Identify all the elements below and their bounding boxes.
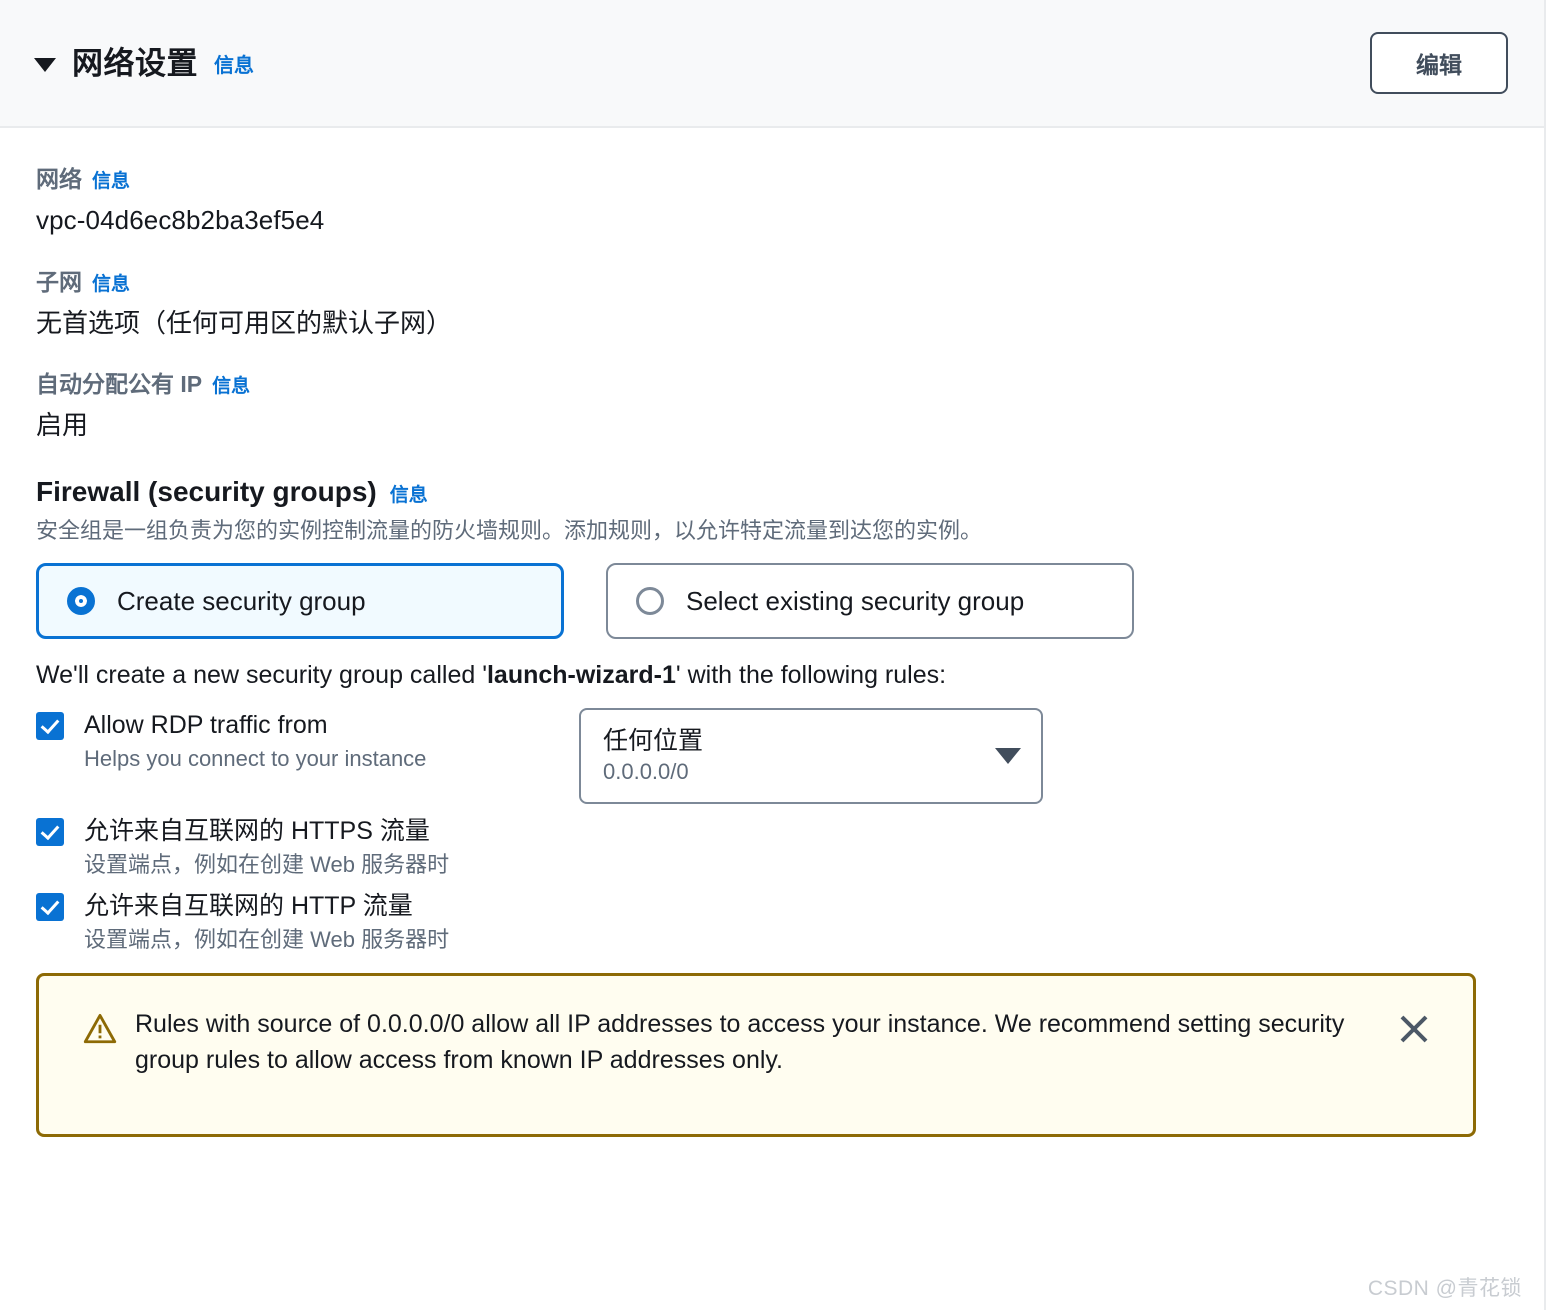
rdp-source-select-cidr: 0.0.0.0/0 xyxy=(603,759,689,785)
rule-rdp-main: Allow RDP traffic from Helps you connect… xyxy=(36,712,546,772)
firewall-heading: Firewall (security groups) 信息 xyxy=(36,476,1508,508)
rule-https-main: 允许来自互联网的 HTTPS 流量 设置端点，例如在创建 Web 服务器时 xyxy=(36,818,546,878)
field-network-value: vpc-04d6ec8b2ba3ef5e4 xyxy=(36,205,325,235)
rule-https-checkbox-line: 允许来自互联网的 HTTPS 流量 xyxy=(36,817,546,847)
network-settings-panel: 网络设置 信息 编辑 网络 信息 vpc-04d6ec8b2ba3ef5e4 子… xyxy=(0,0,1546,1310)
field-subnet-label-row: 子网 信息 xyxy=(36,263,1508,297)
field-auto-assign-public-ip: 自动分配公有 IP 信息 启用 xyxy=(36,365,1508,442)
radio-selected-icon xyxy=(67,587,95,616)
field-network-label: 网络 xyxy=(36,166,82,192)
info-link-firewall[interactable]: 信息 xyxy=(390,480,428,507)
checkbox-allow-http-traffic[interactable] xyxy=(36,892,64,921)
rules-intro-suffix: ' with the following rules: xyxy=(675,661,947,690)
warning-alert-message: Rules with source of 0.0.0.0/0 allow all… xyxy=(135,1009,1345,1075)
rule-rdp-label: Allow RDP traffic from xyxy=(84,711,328,740)
rule-rdp-sub: Helps you connect to your instance xyxy=(84,746,427,772)
rule-http-checkbox-line: 允许来自互联网的 HTTP 流量 xyxy=(36,891,546,921)
warning-triangle-icon xyxy=(83,1013,117,1044)
radio-card-select-existing-security-group[interactable]: Select existing security group xyxy=(606,563,1134,640)
info-link-auto-assign-public-ip[interactable]: 信息 xyxy=(212,371,250,398)
field-network-label-row: 网络 信息 xyxy=(36,160,1508,194)
firewall-description: 安全组是一组负责为您的实例控制流量的防火墙规则。添加规则，以允许特定流量到达您的… xyxy=(36,517,983,543)
watermark: CSDN @青花锁 xyxy=(1367,1277,1522,1300)
rdp-source-select-value: 任何位置 xyxy=(603,726,704,755)
close-icon[interactable] xyxy=(1397,1012,1431,1046)
chevron-down-icon xyxy=(995,748,1021,765)
panel-header: 网络设置 信息 编辑 xyxy=(0,0,1544,128)
field-auto-assign-public-ip-label-row: 自动分配公有 IP 信息 xyxy=(36,365,1508,399)
checkbox-allow-rdp-traffic[interactable] xyxy=(36,712,64,741)
info-link-network[interactable]: 信息 xyxy=(92,166,130,193)
rule-http-sub: 设置端点，例如在创建 Web 服务器时 xyxy=(84,926,450,952)
rule-https-sub: 设置端点，例如在创建 Web 服务器时 xyxy=(84,852,450,878)
radio-unselected-icon xyxy=(636,587,664,616)
edit-button[interactable]: 编辑 xyxy=(1370,32,1508,94)
field-auto-assign-public-ip-value: 启用 xyxy=(36,410,89,440)
rdp-source-select-text: 任何位置 0.0.0.0/0 xyxy=(603,727,703,786)
field-subnet-value: 无首选项（任何可用区的默认子网） xyxy=(36,307,453,338)
field-network: 网络 信息 vpc-04d6ec8b2ba3ef5e4 xyxy=(36,160,1508,237)
warning-alert: Rules with source of 0.0.0.0/0 allow all… xyxy=(36,972,1476,1137)
page-title: 网络设置 xyxy=(72,45,198,81)
rules-intro: We'll create a new security group called… xyxy=(36,661,1508,690)
caret-down-icon[interactable] xyxy=(34,58,56,72)
rule-row-http: 允许来自互联网的 HTTP 流量 设置端点，例如在创建 Web 服务器时 xyxy=(36,891,1508,953)
rule-rdp-checkbox-line: Allow RDP traffic from xyxy=(36,711,546,741)
rule-https-label: 允许来自互联网的 HTTPS 流量 xyxy=(84,817,430,846)
field-subnet-label: 子网 xyxy=(36,268,82,295)
security-group-mode-group: Create security group Select existing se… xyxy=(36,563,1508,640)
rule-row-rdp: Allow RDP traffic from Helps you connect… xyxy=(36,708,1508,805)
rules-intro-prefix: We'll create a new security group called… xyxy=(36,661,487,690)
rule-http-main: 允许来自互联网的 HTTP 流量 设置端点，例如在创建 Web 服务器时 xyxy=(36,891,546,953)
radio-card-create-security-group[interactable]: Create security group xyxy=(36,563,564,640)
security-group-name: launch-wizard-1 xyxy=(486,661,676,690)
rdp-source-select[interactable]: 任何位置 0.0.0.0/0 xyxy=(579,708,1043,805)
field-auto-assign-public-ip-label: 自动分配公有 IP xyxy=(36,371,203,397)
firewall-title: Firewall (security groups) xyxy=(36,475,377,507)
checkbox-allow-https-traffic[interactable] xyxy=(36,818,64,847)
panel-header-left: 网络设置 信息 xyxy=(34,48,1370,79)
info-link-network-settings[interactable]: 信息 xyxy=(214,49,254,78)
radio-card-select-existing-security-group-label: Select existing security group xyxy=(686,585,1025,616)
radio-card-create-security-group-label: Create security group xyxy=(117,585,366,616)
panel-body: 网络 信息 vpc-04d6ec8b2ba3ef5e4 子网 信息 无首选项（任… xyxy=(0,128,1544,953)
rule-row-https: 允许来自互联网的 HTTPS 流量 设置端点，例如在创建 Web 服务器时 xyxy=(36,818,1508,878)
info-link-subnet[interactable]: 信息 xyxy=(92,269,130,296)
rule-http-label: 允许来自互联网的 HTTP 流量 xyxy=(84,891,413,920)
field-subnet: 子网 信息 无首选项（任何可用区的默认子网） xyxy=(36,263,1508,340)
